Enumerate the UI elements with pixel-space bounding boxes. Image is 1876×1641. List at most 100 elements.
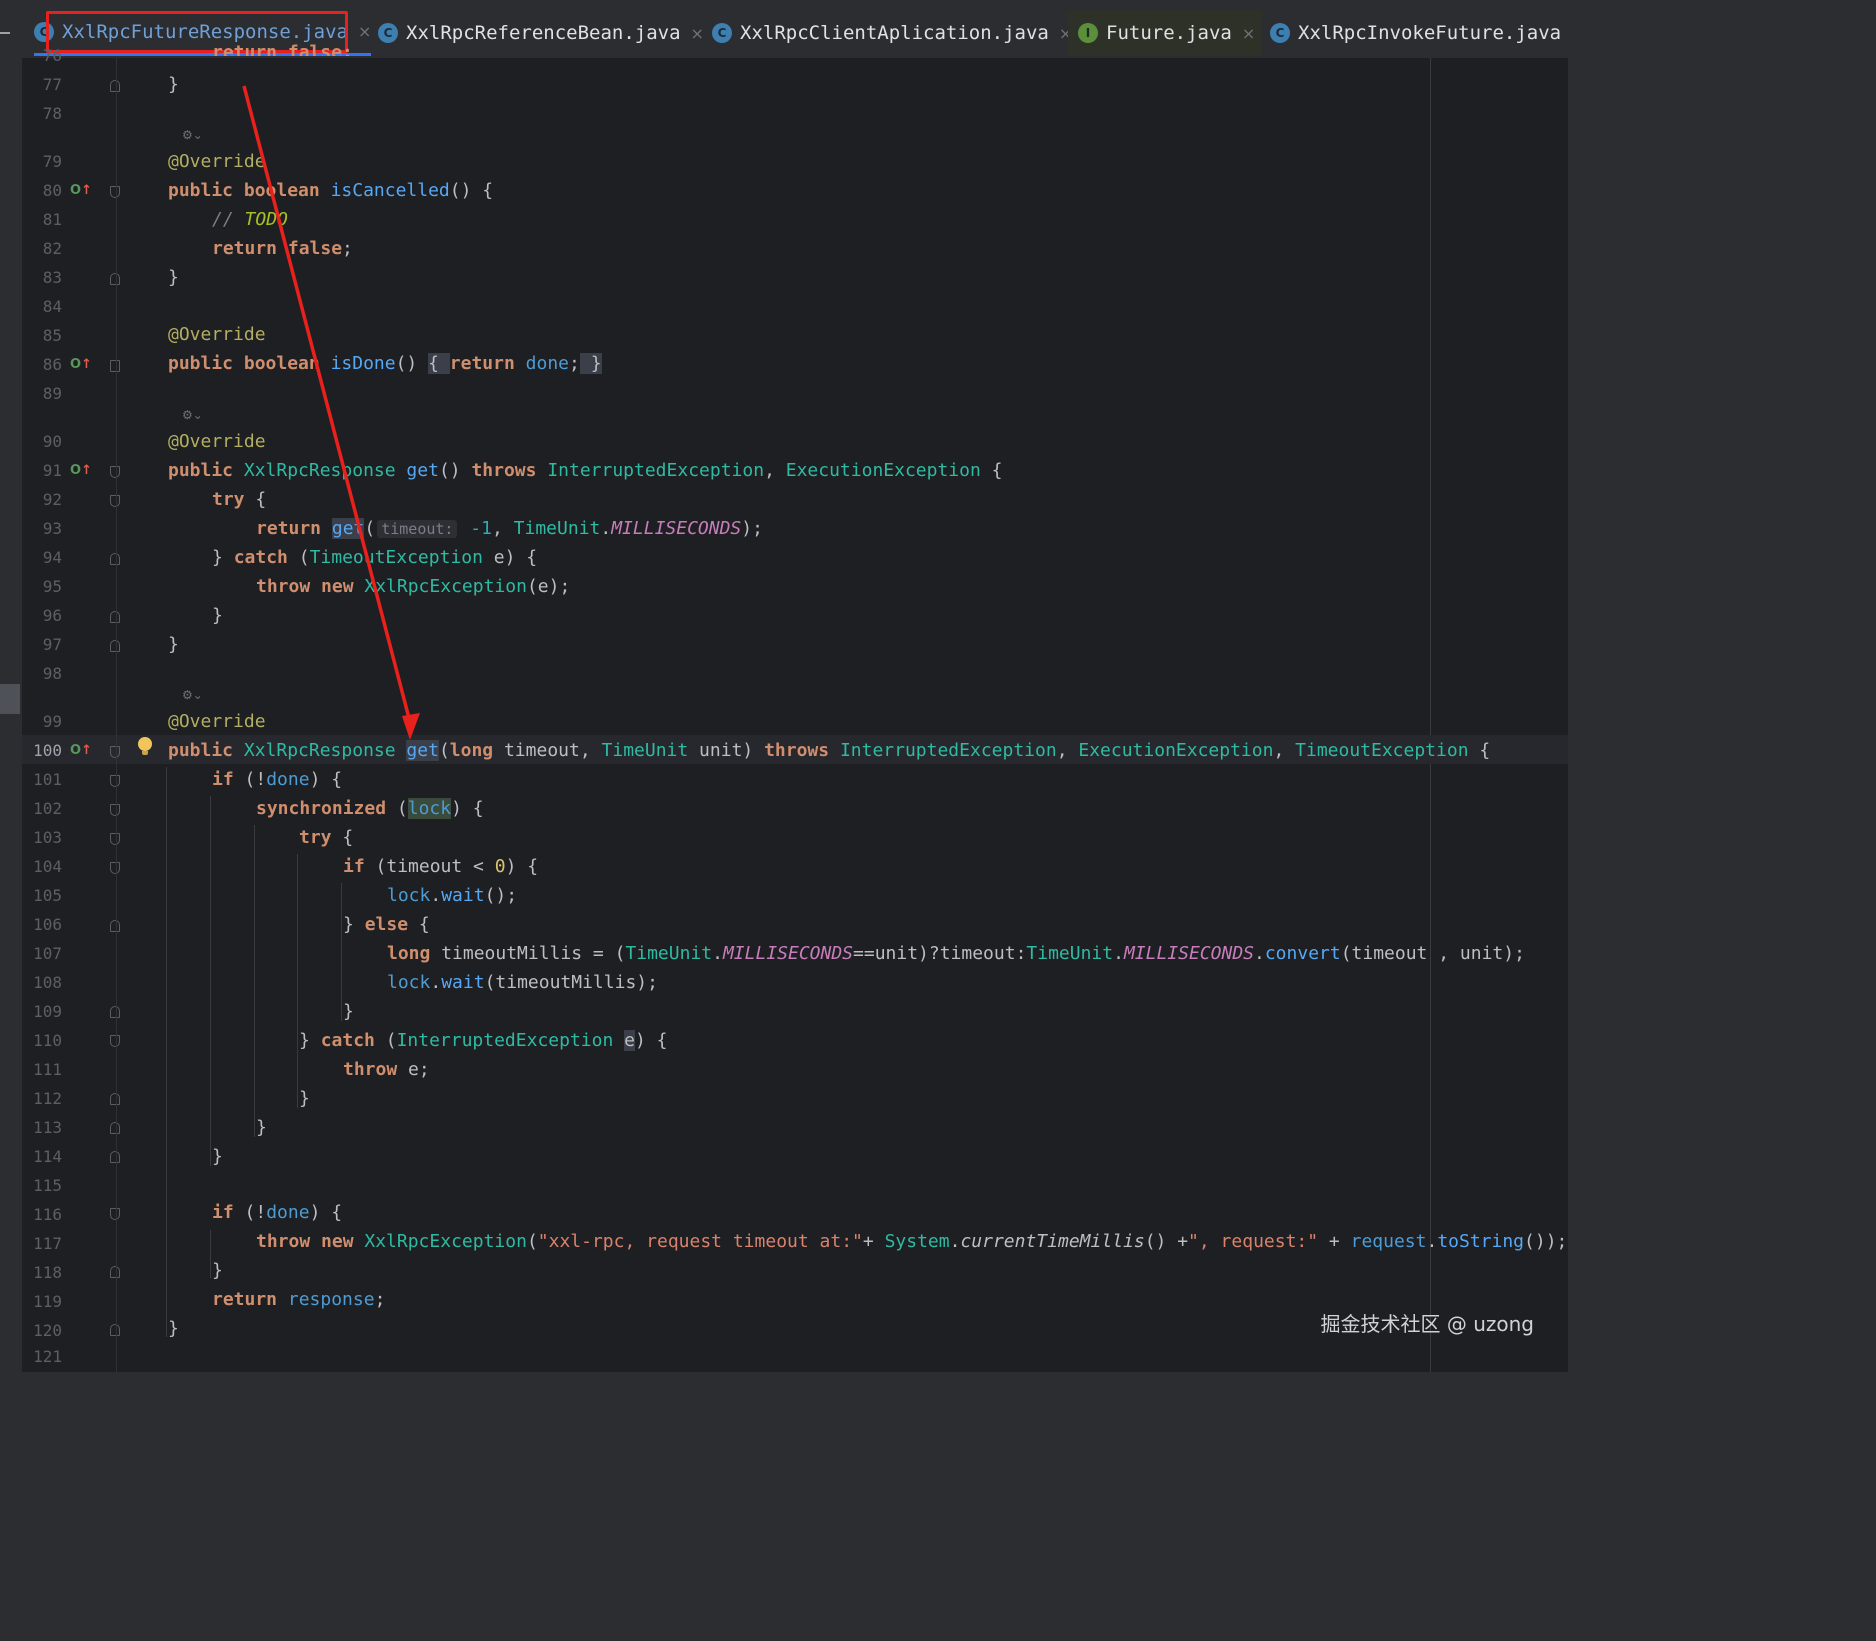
fold-marker-icon[interactable]	[110, 746, 120, 758]
code-line-81[interactable]: // TODO	[212, 205, 288, 234]
ai-hint-icon[interactable]: ⚙⌄	[182, 688, 222, 706]
implements-method-icon[interactable]: O↑	[70, 181, 92, 201]
fold-marker-icon[interactable]	[110, 1266, 120, 1278]
code-line-101[interactable]: if (!done) {	[212, 765, 342, 794]
code-token: throw	[343, 1059, 398, 1080]
fold-marker-icon[interactable]	[110, 1093, 120, 1105]
fold-marker-icon[interactable]	[110, 495, 120, 507]
code-line-86[interactable]: public boolean isDone() { return done; }	[168, 349, 602, 378]
code-line-83[interactable]: }	[168, 263, 179, 292]
fold-marker-icon[interactable]	[110, 360, 120, 372]
code-line-85[interactable]: @Override	[168, 320, 266, 349]
code-line-112[interactable]: }	[299, 1084, 310, 1113]
code-line-104[interactable]: if (timeout < 0) {	[343, 852, 538, 881]
code-line-91[interactable]: public XxlRpcResponse get() throws Inter…	[168, 456, 1003, 485]
implements-method-icon[interactable]: O↑	[70, 461, 92, 481]
code-token: +	[862, 1231, 885, 1252]
code-token: }	[168, 1318, 179, 1339]
fold-marker-icon[interactable]	[110, 1324, 120, 1336]
code-line-99[interactable]: @Override	[168, 707, 266, 736]
code-line-108[interactable]: lock.wait(timeoutMillis);	[387, 968, 658, 997]
tab-future[interactable]: I Future.java ×	[1068, 10, 1262, 56]
code-line-95[interactable]: throw new XxlRpcException(e);	[256, 572, 570, 601]
fold-marker-icon[interactable]	[110, 862, 120, 874]
code-line-120[interactable]: }	[168, 1314, 179, 1343]
fold-marker-icon[interactable]	[110, 804, 120, 816]
fold-marker-icon[interactable]	[110, 273, 120, 285]
code-token: TimeUnit	[625, 943, 713, 964]
code-token: toString	[1437, 1231, 1525, 1252]
fold-marker-icon[interactable]	[110, 553, 120, 565]
tab-xxlrpcclientaplication[interactable]: C XxlRpcClientAplication.java ×	[712, 10, 1072, 56]
code-line-111[interactable]: throw e;	[343, 1055, 430, 1084]
tab-xxlrpcreferencebean[interactable]: C XxlRpcReferenceBean.java ×	[378, 10, 704, 56]
line-number: 117	[33, 1234, 62, 1253]
code-line-93[interactable]: return get(timeout: -1, TimeUnit.MILLISE…	[256, 514, 763, 544]
code-line-110[interactable]: } catch (InterruptedException e) {	[299, 1026, 668, 1055]
code-line-100[interactable]: public XxlRpcResponse get(long timeout, …	[168, 736, 1490, 765]
gutter-guide	[116, 58, 117, 1372]
code-line-77[interactable]: }	[168, 70, 179, 99]
close-icon[interactable]: ×	[1242, 24, 1255, 43]
code-token: ,	[1056, 740, 1079, 761]
close-icon[interactable]: ×	[358, 22, 371, 41]
line-number: 107	[33, 944, 62, 963]
code-line-92[interactable]: try {	[212, 485, 266, 514]
ai-hint-icon[interactable]: ⚙⌄	[182, 128, 222, 146]
code-token: ExecutionException	[1078, 740, 1274, 761]
code-line-94[interactable]: } catch (TimeoutException e) {	[212, 543, 537, 572]
code-line-103[interactable]: try {	[299, 823, 353, 852]
fold-marker-icon[interactable]	[110, 186, 120, 198]
code-token: .	[1426, 1231, 1438, 1252]
code-line-105[interactable]: lock.wait();	[387, 881, 517, 910]
close-icon[interactable]: ×	[691, 24, 704, 43]
ai-hint-icon[interactable]: ⚙⌄	[182, 408, 222, 426]
code-line-118[interactable]: }	[212, 1256, 223, 1285]
tab-label: XxlRpcReferenceBean.java	[406, 22, 681, 44]
code-line-106[interactable]: } else {	[343, 910, 430, 939]
code-line-107[interactable]: long timeoutMillis = (TimeUnit.MILLISECO…	[387, 939, 1525, 968]
scroll-strip[interactable]	[0, 58, 22, 1372]
implements-method-icon[interactable]: O↑	[70, 355, 92, 375]
line-number: 97	[42, 635, 62, 654]
fold-marker-icon[interactable]	[110, 466, 120, 478]
code-line-90[interactable]: @Override	[168, 427, 266, 456]
code-line-76[interactable]: return false;	[212, 38, 353, 56]
tab-xxlrpcinvokefuture[interactable]: C XxlRpcInvokeFuture.java	[1270, 10, 1561, 56]
fold-marker-icon[interactable]	[110, 1208, 120, 1220]
code-token: .	[600, 518, 612, 539]
code-line-80[interactable]: public boolean isCancelled() {	[168, 176, 493, 205]
code-token: synchronized	[256, 798, 387, 819]
code-token: if	[212, 1202, 234, 1223]
fold-marker-icon[interactable]	[110, 640, 120, 652]
code-token: throws	[471, 460, 548, 481]
code-line-117[interactable]: throw new XxlRpcException("xxl-rpc, requ…	[256, 1227, 1567, 1256]
code-line-119[interactable]: return response;	[212, 1285, 385, 1314]
implements-method-icon[interactable]: O↑	[70, 741, 92, 761]
fold-marker-icon[interactable]	[110, 1035, 120, 1047]
code-token: (!	[233, 1202, 267, 1223]
code-line-113[interactable]: }	[256, 1113, 267, 1142]
code-line-97[interactable]: }	[168, 630, 179, 659]
code-line-102[interactable]: synchronized (lock) {	[256, 794, 484, 823]
code-token: {	[244, 489, 267, 510]
code-line-79[interactable]: @Override	[168, 147, 266, 176]
code-token: ()	[438, 460, 472, 481]
line-number: 105	[33, 886, 62, 905]
fold-marker-icon[interactable]	[110, 80, 120, 92]
code-line-82[interactable]: return false;	[212, 234, 353, 263]
code-line-116[interactable]: if (!done) {	[212, 1198, 342, 1227]
fold-marker-icon[interactable]	[110, 1122, 120, 1134]
fold-marker-icon[interactable]	[110, 833, 120, 845]
line-number: 112	[33, 1089, 62, 1108]
code-line-109[interactable]: }	[343, 997, 354, 1026]
lightbulb-icon[interactable]	[138, 737, 152, 755]
fold-marker-icon[interactable]	[110, 775, 120, 787]
fold-marker-icon[interactable]	[110, 920, 120, 932]
scroll-thumb[interactable]	[0, 684, 20, 714]
fold-marker-icon[interactable]	[110, 1006, 120, 1018]
code-line-96[interactable]: }	[212, 601, 223, 630]
fold-marker-icon[interactable]	[110, 1151, 120, 1163]
fold-marker-icon[interactable]	[110, 611, 120, 623]
code-line-114[interactable]: }	[212, 1142, 223, 1171]
